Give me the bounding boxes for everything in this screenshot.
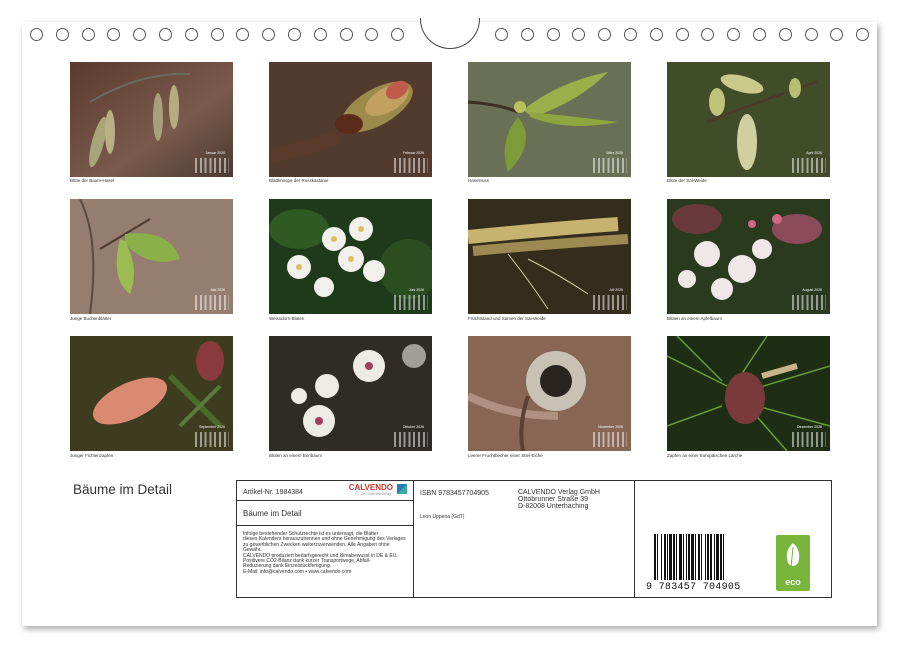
month-thumbnail-december: Dezember 2026 — [667, 336, 830, 451]
binding-ring — [313, 28, 327, 41]
binding-ring — [210, 28, 224, 41]
photo-caption: Weissdorn-Blüten — [269, 316, 305, 321]
binding-ring — [675, 28, 689, 41]
article-cell: Artikel-Nr. 1984384 CALVENDO Der Kalende… — [237, 481, 413, 501]
month-label: Mai 2026 — [210, 288, 225, 292]
binding-ring — [262, 28, 276, 41]
binding-ring — [778, 28, 792, 41]
binding-ring — [727, 28, 741, 41]
binding-ring — [572, 28, 586, 41]
month-label: April 2026 — [806, 151, 822, 155]
month-thumbnail-september: September 2026 — [70, 336, 233, 451]
month-label: Oktober 2026 — [402, 425, 424, 429]
isbn: ISBN 9783457704905 — [420, 490, 489, 497]
publisher-line: Ottobrunner Straße 39 — [518, 496, 589, 503]
binding-ring — [81, 28, 95, 41]
binding-ring — [804, 28, 818, 41]
month-label: Februar 2026 — [402, 151, 424, 155]
month-thumbnail-october: Oktober 2026 — [269, 336, 432, 451]
photo-caption: Junger Fichtenzapfen — [70, 453, 114, 458]
month-label: Dezember 2026 — [797, 425, 822, 429]
binding-ring — [624, 28, 637, 41]
month-thumbnail-january: Januar 2026 — [70, 62, 233, 177]
month-label: März 2026 — [606, 151, 623, 155]
calvendo-logo: CALVENDO — [348, 483, 393, 492]
photo-caption: Blüten an einem Birnbaum — [269, 453, 323, 458]
binding-ring — [598, 28, 612, 41]
photo-caption: Blüte der Baum-Hasel — [70, 178, 115, 183]
legal-notice: Infolge bestehender Schutzrechte ist es … — [243, 531, 406, 575]
author: Leon Uppena (GdT) — [420, 514, 465, 520]
photo-caption: Leerer Fruchtbecher einer Stiel-Eiche — [468, 453, 543, 458]
isbn-cell: ISBN 9783457704905 Leon Uppena (GdT) CAL… — [414, 481, 634, 597]
month-thumbnail-november: November 2026 — [468, 336, 631, 451]
month-label: Januar 2026 — [205, 151, 225, 155]
barcode-bar — [723, 534, 724, 580]
legal-cell: Infolge bestehender Schutzrechte ist es … — [237, 526, 413, 597]
binding-ring — [391, 28, 405, 41]
calvendo-flag-icon — [397, 484, 407, 494]
month-label: November 2026 — [598, 425, 623, 429]
month-thumbnail-june: Juni 2026 — [269, 199, 432, 314]
barcode — [654, 534, 746, 580]
info-calendar-title: Bäume im Detail — [243, 509, 302, 518]
barcode-digits: 9 783457 704905 — [646, 582, 741, 593]
binding-ring — [30, 28, 43, 41]
photo-caption: Blattknospe der Rosskastanie — [269, 178, 329, 183]
legal-line: zu gewerblichen Zwecken weiterzuverwende… — [243, 541, 390, 548]
month-thumbnail-april: April 2026 — [667, 62, 830, 177]
binding-ring — [546, 28, 560, 41]
binding-ring — [55, 28, 69, 41]
binding-ring — [365, 28, 379, 41]
title-cell: Bäume im Detail — [237, 501, 413, 526]
month-label: August 2026 — [802, 288, 822, 292]
binding-ring — [288, 28, 301, 41]
binding-ring — [339, 28, 353, 41]
month-thumbnail-may: Mai 2026 — [70, 199, 233, 314]
eco-label: eco — [785, 577, 801, 587]
publisher-address: CALVENDO Verlag GmbH Ottobrunner Straße 3… — [518, 489, 600, 510]
eco-badge: eco — [776, 535, 810, 591]
binding-ring — [856, 28, 870, 41]
photo-caption: Zapfen an einer Europäischen Lärche — [667, 453, 743, 458]
binding-ring — [133, 28, 147, 41]
calendar-title: Bäume im Detail — [73, 482, 173, 497]
article-number: Artikel-Nr. 1984384 — [243, 489, 303, 496]
month-label: Juni 2026 — [408, 288, 424, 292]
month-label: Juli 2026 — [608, 288, 623, 292]
photo-caption: Fruchtstand und Samen der Sal-Weide — [468, 316, 546, 321]
publisher-line: D-82008 Unterhaching — [518, 503, 589, 510]
divider — [634, 481, 635, 597]
month-label: September 2026 — [199, 425, 225, 429]
photo-caption: Blüten an einem Apfelbaum — [667, 316, 723, 321]
binding-ring — [236, 28, 250, 41]
binding-ring — [753, 28, 766, 41]
photo-caption: Blüte der Sal-Weide — [667, 178, 707, 183]
binding-ring — [649, 28, 663, 41]
month-thumbnail-august: August 2026 — [667, 199, 830, 314]
photo-caption: Junge Buchenblätter — [70, 316, 112, 321]
binding-ring — [495, 28, 508, 41]
binding-ring — [520, 28, 534, 41]
month-thumbnail-march: März 2026 — [468, 62, 631, 177]
binding-ring — [830, 28, 844, 41]
leaf-icon — [786, 543, 800, 569]
binding-ring — [701, 28, 715, 41]
binding-ring — [159, 28, 172, 41]
month-thumbnail-july: Juli 2026 — [468, 199, 631, 314]
photo-caption: Haselnuss — [468, 178, 490, 183]
binding-ring — [184, 28, 198, 41]
month-thumbnail-february: Februar 2026 — [269, 62, 432, 177]
legal-line: E-Mail: info@calvendo.com • www.calvendo… — [243, 568, 352, 575]
publisher-line: CALVENDO Verlag GmbH — [518, 489, 600, 496]
binding-ring — [107, 28, 121, 41]
calvendo-tagline: Der Kalenderverlag — [360, 492, 391, 496]
